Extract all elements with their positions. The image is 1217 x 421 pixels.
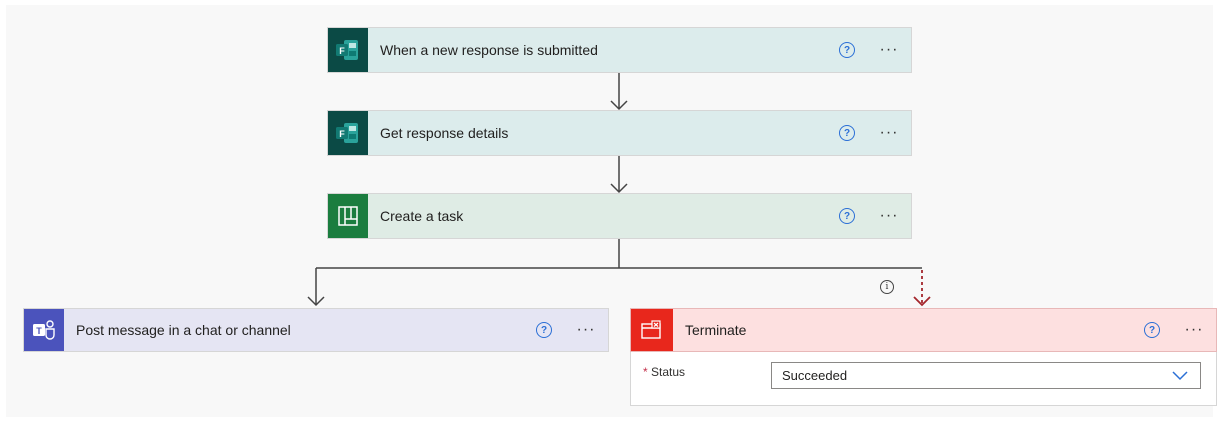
help-icon[interactable]: ? [839,125,855,141]
required-marker: * [643,365,648,379]
step-title: Post message in a chat or channel [76,322,291,338]
step-title: When a new response is submitted [380,42,598,58]
get-response-details-card[interactable]: F Get response details ? ··· [327,110,912,156]
help-icon[interactable]: ? [839,208,855,224]
terminate-icon [631,309,673,351]
more-options-button[interactable]: ··· [877,42,901,58]
terminate-settings-panel: * Status Succeeded [630,352,1217,406]
status-dropdown[interactable]: Succeeded [771,362,1201,389]
step-title: Terminate [685,322,747,338]
more-options-button[interactable]: ··· [877,125,901,141]
svg-text:T: T [36,326,42,336]
chevron-down-icon [1172,371,1188,381]
step-title: Get response details [380,125,509,141]
forms-icon: F [328,111,368,155]
step-title: Create a task [380,208,464,224]
status-label: * Status [643,365,685,379]
more-options-button[interactable]: ··· [877,208,901,224]
trigger-card[interactable]: F When a new response is submitted ? ··· [327,27,912,73]
svg-text:F: F [339,46,345,56]
help-icon[interactable]: ? [1144,322,1160,338]
status-selected-value: Succeeded [782,368,848,383]
info-icon[interactable]: i [880,280,894,294]
help-icon[interactable]: ? [536,322,552,338]
more-options-button[interactable]: ··· [574,322,598,338]
create-task-card[interactable]: Create a task ? ··· [327,193,912,239]
more-options-button[interactable]: ··· [1182,322,1206,338]
status-label-text: Status [651,365,686,379]
planner-icon [328,194,368,238]
forms-icon: F [328,28,368,72]
help-icon[interactable]: ? [839,42,855,58]
post-message-card[interactable]: T Post message in a chat or channel ? ··… [23,308,609,352]
teams-icon: T [24,309,64,351]
svg-text:F: F [339,129,345,139]
terminate-card[interactable]: Terminate ? ··· [630,308,1217,352]
